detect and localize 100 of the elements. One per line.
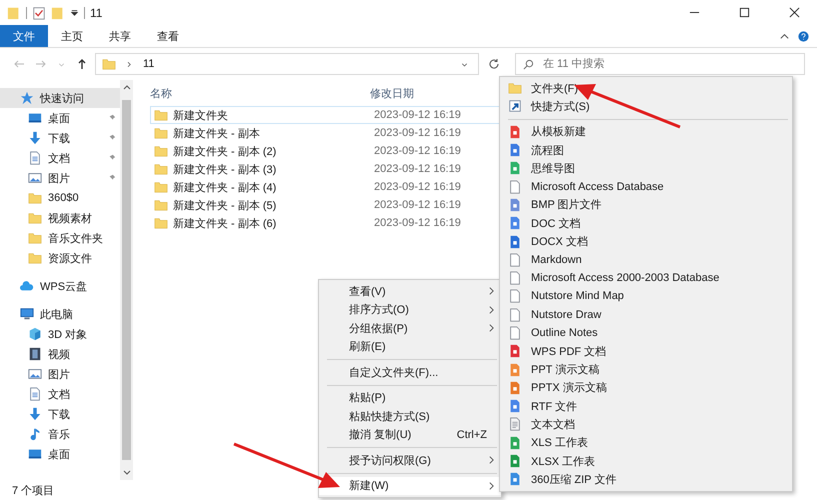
search-icon: [523, 59, 534, 70]
picture-icon: [28, 367, 42, 381]
date-cell-text: 2023-09-12 16:19: [374, 199, 462, 211]
sidebar-item[interactable]: 3D 对象: [0, 324, 120, 344]
menu-item[interactable]: 文本文档: [500, 415, 792, 434]
maximize-icon[interactable]: [739, 7, 750, 18]
sidebar-item[interactable]: 快速访问: [0, 88, 120, 108]
date-cell-text: 2023-09-12 16:19: [374, 181, 462, 193]
scroll-down-icon[interactable]: [122, 468, 130, 476]
checklist-icon[interactable]: [32, 6, 46, 20]
text-file-icon: [508, 417, 522, 432]
file-name: 新建文件夹 - 副本: [173, 126, 260, 140]
close-icon[interactable]: [789, 7, 800, 18]
scroll-up-icon[interactable]: [122, 84, 130, 92]
sidebar-item[interactable]: 文档: [0, 384, 120, 404]
menu-item[interactable]: 授予访问权限(G): [319, 451, 501, 470]
sidebar-item[interactable]: 360$0: [0, 188, 120, 208]
file-name: 新建文件夹: [173, 108, 228, 122]
music-note-icon: [28, 427, 42, 441]
menu-item[interactable]: XLS 工作表: [500, 434, 792, 452]
address-bar[interactable]: 11: [95, 53, 479, 75]
down-arrow-icon: [28, 131, 42, 145]
up-arrow-icon[interactable]: [76, 58, 88, 70]
menu-item[interactable]: 粘贴(P): [319, 388, 501, 407]
sidebar-item[interactable]: 图片: [0, 168, 120, 188]
folder-icon: [154, 144, 168, 158]
file-name: 新建文件夹 - 副本 (3): [173, 162, 276, 176]
menu-item[interactable]: 分组依据(P): [319, 319, 501, 338]
file-name: 新建文件夹 - 副本 (2): [173, 144, 276, 158]
folder-icon: [154, 198, 168, 212]
sidebar-item[interactable]: 视频素材: [0, 208, 120, 228]
search-field[interactable]: 在 11 中搜索: [515, 53, 805, 75]
date-cell-text: 2023-09-12 16:19: [374, 217, 462, 229]
sidebar-item[interactable]: 图片: [0, 364, 120, 384]
file-name: 新建文件夹 - 副本 (5): [173, 198, 276, 212]
menu-item[interactable]: 360压缩 ZIP 文件: [500, 470, 792, 489]
document-icon: [28, 151, 42, 165]
sidebar-item[interactable]: 音乐: [0, 424, 120, 444]
help-icon[interactable]: [798, 30, 809, 42]
menu-item[interactable]: Nutstore Draw: [500, 306, 792, 324]
menu-item[interactable]: Microsoft Access 2000-2003 Database: [500, 268, 792, 288]
folder-icon: [28, 191, 42, 205]
desktop-icon: [28, 111, 42, 125]
date-cell-text: 2023-09-12 16:19: [374, 145, 462, 157]
blank-file-icon: [508, 271, 522, 286]
picture-icon: [28, 171, 42, 185]
sidebar-item[interactable]: 此电脑: [0, 304, 120, 324]
sidebar-item[interactable]: 桌面: [0, 444, 120, 464]
sidebar-item[interactable]: 下载: [0, 404, 120, 424]
blank-file-icon: [508, 326, 522, 340]
blank-file-icon: [508, 308, 522, 322]
menu-item[interactable]: 刷新(E): [319, 338, 501, 356]
cloud-icon: [20, 279, 34, 293]
folder-icon: [154, 216, 168, 230]
sidebar-item[interactable]: 视频: [0, 344, 120, 364]
down-arrow-icon: [28, 407, 42, 421]
folder-icon: [28, 251, 42, 265]
menu-item[interactable]: 粘贴快捷方式(S): [319, 407, 501, 426]
film-icon: [28, 347, 42, 361]
sidebar-item[interactable]: 文档: [0, 148, 120, 168]
menu-item[interactable]: 撤消 复制(U) Ctrl+Z: [319, 426, 501, 444]
column-header[interactable]: 修改日期: [370, 86, 490, 100]
scrollbar[interactable]: [120, 80, 133, 480]
document-icon: [28, 387, 42, 401]
menu-item[interactable]: Outline Notes: [500, 324, 792, 342]
shortcut-icon: [508, 99, 522, 114]
folder-icon: [154, 126, 168, 140]
menu-item[interactable]: PPT 演示文稿: [500, 360, 792, 379]
dropdown-icon[interactable]: [70, 8, 79, 17]
menu-item[interactable]: 新建(W): [319, 476, 501, 495]
menu-item[interactable]: XLSX 工作表: [500, 452, 792, 470]
sidebar-item[interactable]: WPS云盘: [0, 276, 120, 296]
column-header[interactable]: 名称: [150, 86, 370, 100]
sidebar-item[interactable]: 桌面: [0, 108, 120, 128]
menu-item[interactable]: 排序方式(O): [319, 300, 501, 319]
folder-icon: [154, 162, 168, 176]
menu-item[interactable]: PPTX 演示文稿: [500, 378, 792, 398]
sidebar-item[interactable]: 资源文件: [0, 248, 120, 268]
date-cell-text: 2023-09-12 16:19: [374, 163, 462, 175]
sidebar-item[interactable]: 下载: [0, 128, 120, 148]
folder-icon: [508, 81, 522, 96]
folder-icon: [102, 57, 116, 71]
menu-item[interactable]: RTF 文件: [500, 397, 792, 416]
folder-icon: [28, 211, 42, 225]
menu-item[interactable]: DOCX 文档: [500, 232, 792, 251]
file-name: 新建文件夹 - 副本 (4): [173, 180, 276, 194]
menu-item[interactable]: Nutstore Mind Map: [500, 287, 792, 306]
ribbon-tab[interactable]: 文件: [0, 25, 48, 47]
menu-item[interactable]: WPS PDF 文档: [500, 342, 792, 360]
window-title: 11: [90, 6, 102, 20]
star-icon: [20, 91, 34, 105]
menu-item[interactable]: 查看(V): [319, 282, 501, 300]
path-text: 11: [143, 58, 154, 70]
menu-item[interactable]: 自定义文件夹(F)...: [319, 363, 501, 382]
status-text: 7 个项目: [12, 484, 54, 498]
blank-file-icon: [508, 180, 522, 194]
sidebar-item[interactable]: 音乐文件夹: [0, 228, 120, 248]
blank-file-icon: [508, 289, 522, 304]
menu-item[interactable]: Markdown: [500, 250, 792, 269]
file-name: 新建文件夹 - 副本 (6): [173, 216, 276, 230]
